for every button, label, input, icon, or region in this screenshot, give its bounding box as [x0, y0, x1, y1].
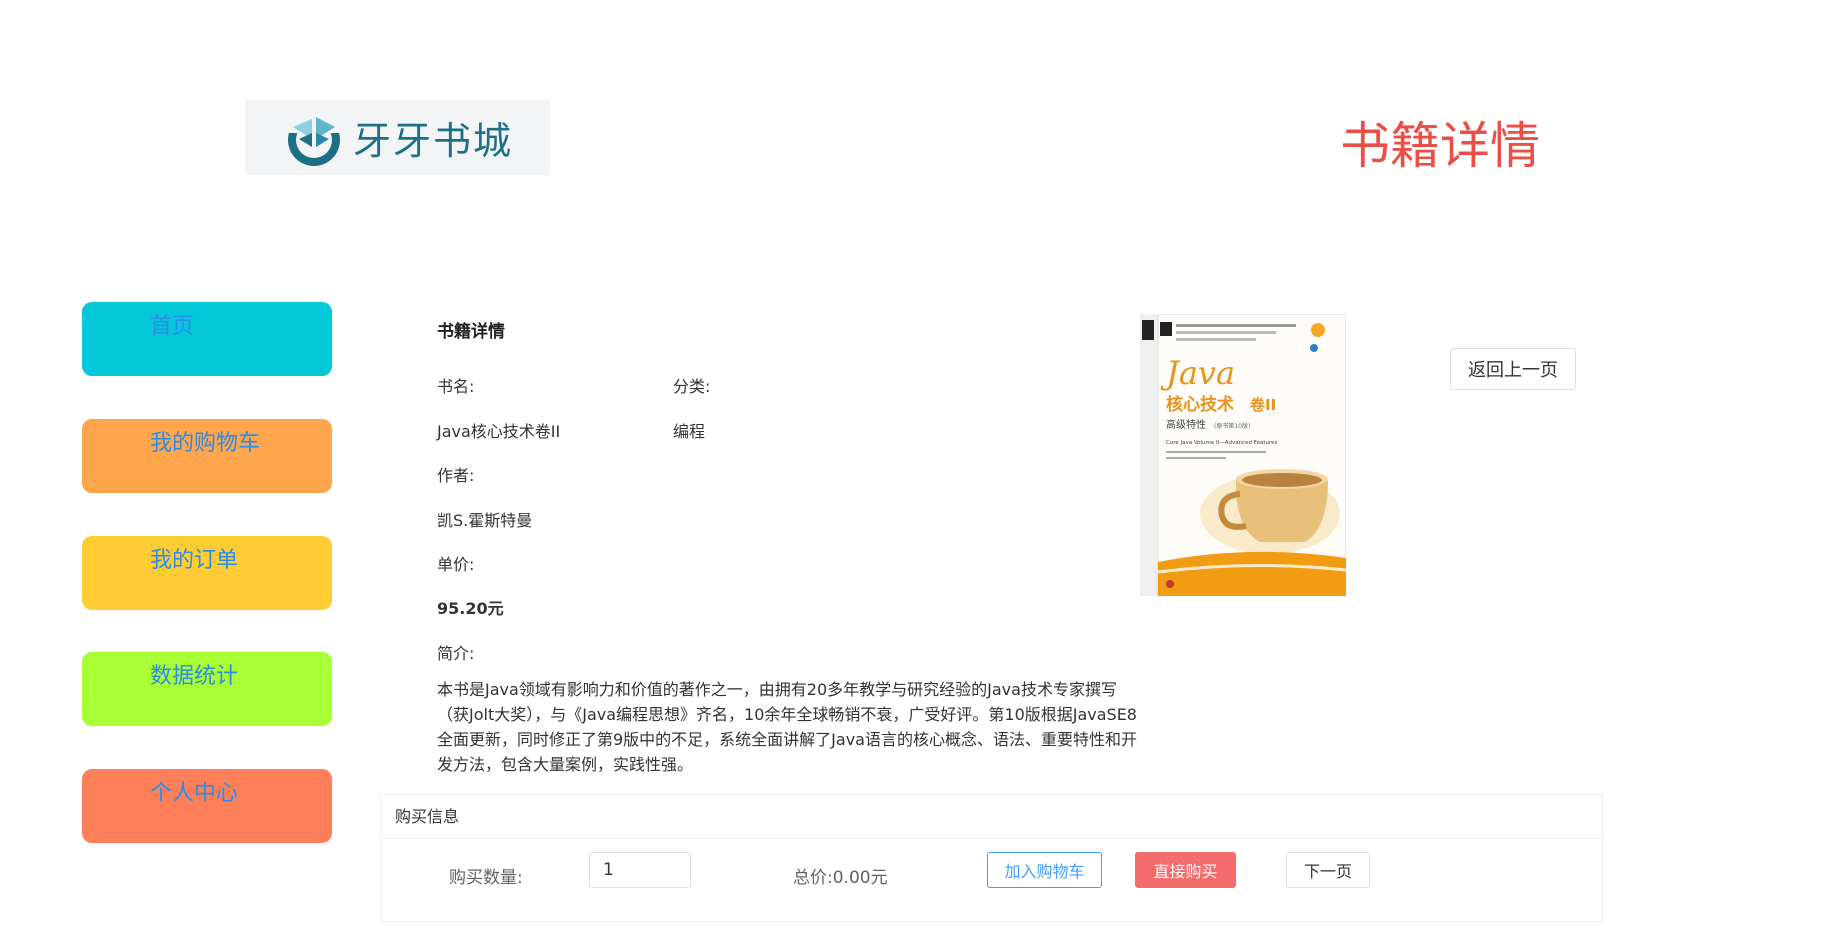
total-value: 0.00元	[832, 868, 888, 888]
cover-title-java: Java	[1160, 354, 1235, 392]
author-value: 凯S.霍斯特曼	[437, 511, 533, 530]
purchase-card: 购买信息 购买数量: 1 总价:0.00元 加入购物车 直接购买 下一页	[380, 794, 1603, 922]
purchase-header: 购买信息	[381, 795, 1602, 839]
book-name-value: Java核心技术卷II	[437, 422, 561, 441]
book-name-label: 书名:	[437, 377, 475, 396]
total-label: 总价:	[793, 868, 833, 888]
buy-now-button[interactable]: 直接购买	[1135, 852, 1236, 888]
intro-label: 简介:	[437, 644, 475, 663]
nav-profile-button[interactable]: 个人中心	[82, 769, 332, 843]
purchase-row: 购买数量: 1 总价:0.00元 加入购物车 直接购买 下一页	[381, 839, 1602, 921]
nav-orders-button[interactable]: 我的订单	[82, 536, 332, 610]
logo-text: 牙牙书城	[353, 119, 514, 163]
cover-edition: (原书第10版)	[1214, 422, 1250, 430]
author-label: 作者:	[437, 466, 475, 485]
cover-subtitle: 高级特性	[1166, 418, 1206, 431]
category-label: 分类:	[673, 377, 711, 396]
page-title: 书籍详情	[1340, 117, 1540, 175]
book-description: 本书是Java领域有影响力和价值的著作之一，由拥有20多年教学与研究经验的Jav…	[437, 680, 1137, 774]
cover-volume: 卷II	[1249, 396, 1276, 414]
site-logo[interactable]: 牙牙书城	[245, 100, 550, 175]
book-cover-image: Java 核心技术 卷II 高级特性 (原书第10版) Core Java Vo…	[1140, 314, 1346, 596]
nav-cart-button[interactable]: 我的购物车	[82, 419, 332, 493]
category-value: 编程	[673, 422, 706, 441]
back-button[interactable]: 返回上一页	[1450, 348, 1576, 390]
price-value: 95.20元	[437, 599, 504, 618]
quantity-input[interactable]: 1	[589, 852, 691, 888]
quantity-label: 购买数量:	[449, 868, 523, 888]
section-title: 书籍详情	[437, 322, 505, 342]
add-to-cart-button[interactable]: 加入购物车	[987, 852, 1102, 888]
cover-title-cn: 核心技术	[1166, 394, 1234, 415]
cover-english: Core Java Volume II—Advanced Features	[1166, 440, 1277, 446]
total-price: 总价:0.00元	[793, 863, 888, 888]
nav-statistics-button[interactable]: 数据统计	[82, 652, 332, 726]
book-logo-icon	[279, 102, 349, 166]
nav-home-button[interactable]: 首页	[82, 302, 332, 376]
price-label: 单价:	[437, 555, 475, 574]
next-page-button[interactable]: 下一页	[1286, 852, 1370, 888]
